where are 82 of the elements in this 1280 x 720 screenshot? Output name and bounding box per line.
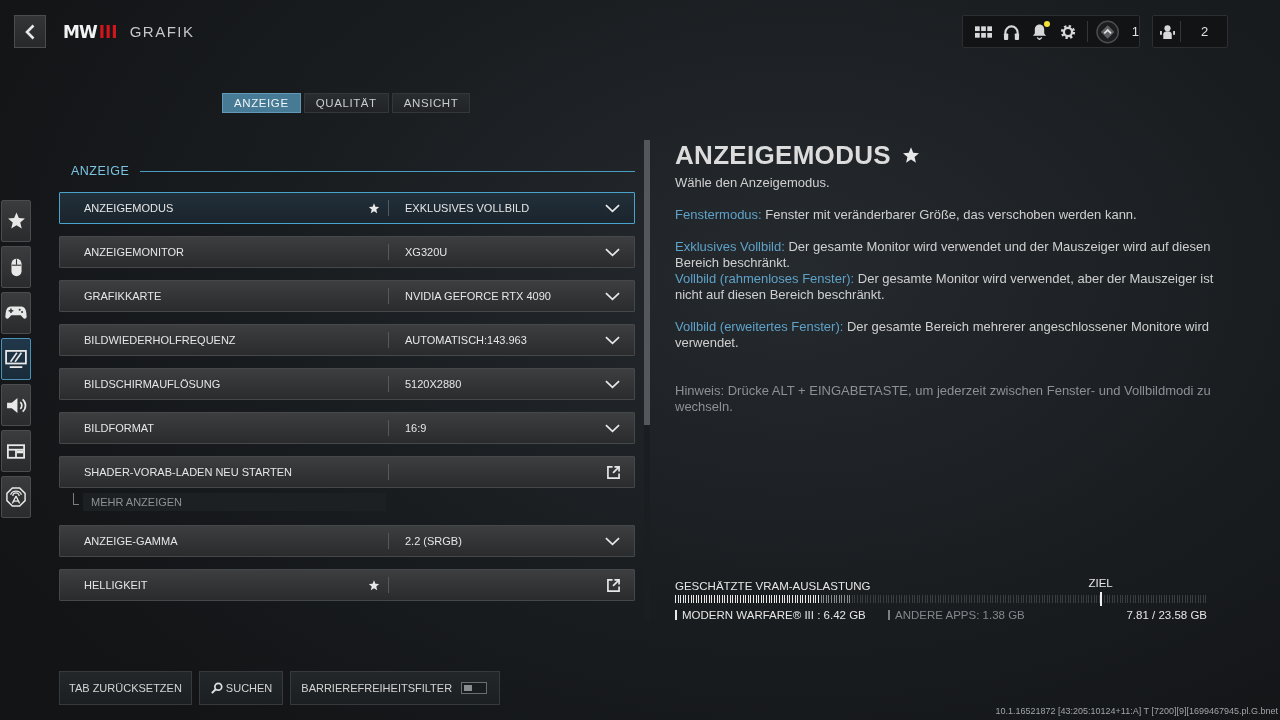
group-icon: [1160, 24, 1175, 39]
setting-row[interactable]: BILDWIEDERHOLFREQUENZ AUTOMATISCH:143.963: [59, 324, 635, 356]
search-icon: [210, 682, 223, 694]
sidebar-tab[interactable]: [1, 246, 31, 288]
tab[interactable]: QUALITÄT: [303, 93, 389, 113]
party-count: 2: [1201, 24, 1209, 39]
star-icon: [6, 212, 26, 230]
detail-description: Wähle den Anzeigemodus.: [675, 175, 831, 191]
mode-description: Vollbild (erweitertes Fenster): Der gesamte Bereich mehrerer angeschlossener Monitore wird verwendet.: [675, 319, 1210, 351]
game-logo: MWIII: [63, 22, 118, 41]
sidebar-tab[interactable]: [1, 338, 31, 380]
chevron-down-icon: [605, 536, 620, 546]
setting-value: AUTOMATISCH:143.963: [405, 334, 527, 346]
setting-row[interactable]: BILDSCHIRMAUFLÖSUNG 5120X2880: [59, 368, 635, 400]
external-link-icon: [607, 465, 620, 479]
sidebar-tab[interactable]: [1, 200, 31, 242]
setting-label: BILDFORMAT: [84, 422, 156, 434]
back-button[interactable]: [14, 15, 46, 48]
setting-label: GRAFIKKARTE: [84, 290, 163, 302]
chevron-down-icon: [605, 335, 620, 345]
mode-description: Exklusives Vollbild: Der gesamte Monitor wird verwendet und der Mauszeiger wird auf diesen Bereich beschränkt.: [675, 239, 1212, 271]
page-title: GRAFIK: [129, 23, 195, 40]
reset-button[interactable]: TAB ZURÜCKSETZEN: [59, 671, 192, 705]
antenna-icon: [6, 487, 26, 507]
setting-value: 5120X2880: [405, 378, 462, 390]
chevron-down-icon: [605, 291, 620, 301]
search-button[interactable]: SUCHEN: [198, 671, 284, 705]
vram-title: GESCHÄTZTE VRAM-AUSLASTUNG: [675, 580, 871, 592]
tree-branch-icon: [73, 493, 79, 505]
setting-label: HELLIGKEIT: [84, 579, 149, 591]
sidebar-tab[interactable]: [1, 476, 31, 518]
setting-label: ANZEIGEMONITOR: [84, 246, 186, 258]
setting-value: XG320U: [405, 246, 448, 258]
hint-text: Hinweis: Drücke ALT + EINGABETASTE, um jederzeit zwischen Fenster- und Vollbildmodi zu wechseln.: [675, 383, 1212, 415]
show-more-link[interactable]: MEHR ANZEIGEN: [83, 493, 386, 511]
setting-label: ANZEIGE-GAMMA: [84, 535, 179, 547]
setting-label: BILDWIEDERHOLFREQUENZ: [84, 334, 237, 346]
setting-value: 2.2 (SRGB): [405, 535, 462, 547]
setting-value: 16:9: [405, 422, 427, 434]
section-heading: ANZEIGE: [71, 164, 130, 178]
target-label: ZIEL: [1088, 576, 1113, 590]
legend-label: MODERN WARFARE® III : 6.42 GB: [682, 609, 866, 621]
setting-value: NVIDIA GEFORCE RTX 4090: [405, 290, 551, 302]
setting-label: ANZEIGEMODUS: [84, 202, 175, 214]
chevron-down-icon: [605, 423, 620, 433]
setting-row[interactable]: HELLIGKEIT: [59, 569, 635, 601]
setting-row[interactable]: ANZEIGE-GAMMA 2.2 (SRGB): [59, 525, 635, 557]
setting-row[interactable]: SHADER-VORAB-LADEN NEU STARTEN: [59, 456, 635, 488]
chevron-down-icon: [605, 247, 620, 257]
build-info: 10.1.16521872 [43:205:10124+11:A] T [7200][9][1699467945.pl.G.bnet: [995, 706, 1278, 717]
setting-value: EXKLUSIVES VOLLBILD: [405, 202, 530, 214]
vram-total: 7.81 / 23.58 GB: [1126, 609, 1207, 621]
party-panel[interactable]: 2: [1152, 15, 1228, 48]
speaker-icon: [5, 396, 27, 414]
gamepad-icon: [5, 306, 27, 320]
toggle-switch[interactable]: [461, 682, 488, 694]
detail-title: ANZEIGEMODUS: [675, 141, 891, 169]
setting-row[interactable]: GRAFIKKARTE NVIDIA GEFORCE RTX 4090: [59, 280, 635, 312]
mode-description: Vollbild (rahmenloses Fenster): Der gesamte Monitor wird verwendet, aber der Mauszeiger ist nicht auf diesen Bereich beschränkt.: [675, 271, 1215, 303]
setting-row[interactable]: BILDFORMAT 16:9: [59, 412, 635, 444]
rank-emblem-icon: [1096, 19, 1120, 44]
monitor-icon: [5, 350, 27, 368]
sidebar-tab[interactable]: [1, 292, 31, 334]
chevron-left-icon: [25, 23, 35, 40]
legend-label: ANDERE APPS: 1.38 GB: [895, 609, 1025, 621]
external-link-icon: [607, 578, 620, 592]
setting-row[interactable]: ANZEIGEMODUS EXKLUSIVES VOLLBILD: [59, 192, 635, 224]
scrollbar-thumb[interactable]: [644, 140, 650, 425]
mouse-icon: [10, 257, 22, 277]
setting-label: BILDSCHIRMAUFLÖSUNG: [84, 378, 222, 390]
sidebar-tab[interactable]: [1, 384, 31, 426]
setting-row[interactable]: ANZEIGEMONITOR XG320U: [59, 236, 635, 268]
layout-icon: [7, 443, 25, 459]
setting-label: SHADER-VORAB-LADEN NEU STARTEN: [84, 466, 294, 478]
mode-description: Fenstermodus: Fenster mit veränderbarer Größe, das verschoben werden kann.: [675, 207, 1138, 223]
tab[interactable]: ANSICHT: [391, 93, 471, 113]
chevron-down-icon: [605, 379, 620, 389]
chevron-down-icon: [605, 203, 620, 213]
rank-number: 1: [1131, 24, 1139, 39]
filter-button[interactable]: BARRIEREFREIHEITSFILTER: [290, 671, 501, 705]
tab[interactable]: ANZEIGE: [222, 93, 301, 113]
sidebar-tab[interactable]: [1, 430, 31, 472]
